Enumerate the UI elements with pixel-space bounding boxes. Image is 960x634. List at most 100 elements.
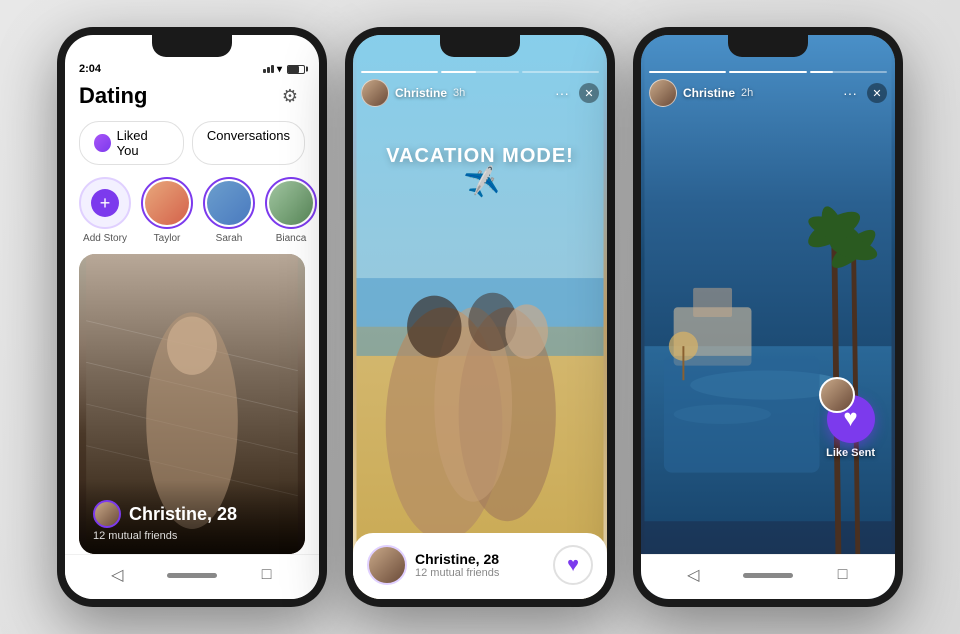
app-title: Dating (79, 83, 147, 109)
phone-2-notch (440, 35, 520, 57)
story-bianca[interactable]: Bianca (265, 177, 317, 244)
story-3-header: Christine 2h ··· ✕ (649, 79, 887, 107)
nav-home-pill[interactable] (167, 573, 217, 578)
add-plus-icon: + (91, 189, 119, 217)
time-display: 2:04 (79, 63, 101, 75)
vacation-story-screen: Christine 3h ··· ✕ VACATION MODE! ✈️ Chr (353, 35, 607, 599)
stories-row: + Add Story Taylor Sarah (65, 173, 319, 254)
phone-3-screen: Christine 2h ··· ✕ ♥ Like Sent ◁ (641, 35, 895, 599)
avatar-taylor (145, 181, 189, 225)
airplane-emoji: ✈️ (462, 164, 501, 202)
profile-card[interactable]: Christine, 28 12 mutual friends (79, 254, 305, 554)
story-progress-bars (361, 71, 599, 73)
story-user-avatar (361, 79, 389, 107)
story-label-taylor: Taylor (154, 233, 181, 244)
pool-story-screen: Christine 2h ··· ✕ ♥ Like Sent ◁ (641, 35, 895, 599)
story-ring-taylor (141, 177, 193, 229)
bottom-mutual-2: 12 mutual friends (415, 567, 499, 579)
progress-bar-2 (441, 71, 518, 73)
story-3-nav-home[interactable] (743, 573, 793, 578)
story-taylor[interactable]: Taylor (141, 177, 193, 244)
story-3-fill-2 (729, 71, 806, 73)
tab-conversations[interactable]: Conversations (192, 121, 305, 165)
story-time-3: 2h (741, 87, 753, 99)
story-more-button[interactable]: ··· (551, 82, 573, 104)
battery-icon (287, 65, 305, 74)
add-story-label: Add Story (83, 233, 127, 244)
story-3-bar-3 (810, 71, 887, 73)
like-sent-label: Like Sent (826, 447, 875, 459)
story-3-fill-1 (649, 71, 726, 73)
story-username-2: Christine (395, 86, 447, 100)
bottom-avatar-2 (367, 545, 407, 585)
story-3-nav-back[interactable]: ◁ (678, 563, 708, 587)
progress-fill-2 (441, 71, 476, 73)
heart-button-2[interactable]: ♥ (553, 545, 593, 585)
story-3-nav: ◁ □ (641, 554, 895, 599)
nav-square-button[interactable]: □ (252, 563, 282, 587)
settings-button[interactable]: ⚙ (275, 81, 305, 111)
bottom-name-2: Christine, 28 (415, 551, 499, 567)
progress-fill-1 (361, 71, 438, 73)
phone-2: Christine 3h ··· ✕ VACATION MODE! ✈️ Chr (345, 27, 615, 607)
liked-avatar-icon (94, 134, 111, 152)
phone-1-screen: 2:04 ▾ Dating ⚙ (65, 35, 319, 599)
progress-bar-1 (361, 71, 438, 73)
tab-liked-you-label: Liked You (117, 128, 169, 158)
story-add[interactable]: + Add Story (79, 177, 131, 244)
story-3-user-avatar (649, 79, 677, 107)
story-3-close-button[interactable]: ✕ (867, 83, 887, 103)
bottom-profile-info-2: Christine, 28 12 mutual friends (367, 545, 499, 585)
phone-1-notch (152, 35, 232, 57)
story-3-fill-3 (810, 71, 833, 73)
like-sender-avatar (819, 377, 855, 413)
story-ring-sarah (203, 177, 255, 229)
phone-3-notch (728, 35, 808, 57)
bottom-text-2: Christine, 28 12 mutual friends (415, 551, 499, 579)
story-3-more-button[interactable]: ··· (839, 82, 861, 104)
battery-fill (288, 66, 299, 73)
story-header-actions-3: ··· ✕ (839, 82, 887, 104)
story-time-2: 3h (453, 87, 465, 99)
like-sent-badge: ♥ Like Sent (826, 395, 875, 459)
profile-avatar-small (93, 500, 121, 528)
pool-scene-svg (641, 35, 895, 599)
profile-name-row: Christine, 28 (93, 500, 291, 528)
tabs-row: Liked You Conversations (65, 117, 319, 173)
signal-icon (263, 65, 274, 73)
story-3-bar-1 (649, 71, 726, 73)
story-ring-bianca (265, 177, 317, 229)
pool-bg (641, 35, 895, 599)
story-2-header: Christine 3h ··· ✕ (361, 79, 599, 107)
story-2-profile-card: Christine, 28 12 mutual friends ♥ (353, 533, 607, 599)
tab-liked-you[interactable]: Liked You (79, 121, 184, 165)
profile-info-bar: Christine, 28 12 mutual friends (79, 480, 305, 554)
vacation-text-overlay: VACATION MODE! ✈️ (367, 145, 593, 199)
vacation-bg (353, 35, 607, 599)
profile-name-text: Christine, 28 (129, 504, 237, 525)
beach-scene (353, 35, 607, 599)
profile-mutual-text: 12 mutual friends (93, 530, 291, 542)
wifi-icon: ▾ (277, 64, 282, 75)
story-close-button[interactable]: ✕ (579, 83, 599, 103)
story-3-bar-2 (729, 71, 806, 73)
story-3-nav-square[interactable]: □ (828, 563, 858, 587)
progress-bar-3 (522, 71, 599, 73)
story-sarah[interactable]: Sarah (203, 177, 255, 244)
phone-3: Christine 2h ··· ✕ ♥ Like Sent ◁ (633, 27, 903, 607)
story-3-user-info: Christine 2h (649, 79, 753, 107)
phone-2-screen: Christine 3h ··· ✕ VACATION MODE! ✈️ Chr (353, 35, 607, 599)
story-user-info: Christine 3h (361, 79, 465, 107)
add-story-circle: + (79, 177, 131, 229)
avatar-bianca (269, 181, 313, 225)
story-label-bianca: Bianca (276, 233, 307, 244)
app-header: Dating ⚙ (65, 79, 319, 117)
nav-bar: ◁ □ (65, 554, 319, 599)
dating-screen: 2:04 ▾ Dating ⚙ (65, 35, 319, 599)
vacation-title-text: VACATION MODE! (386, 145, 574, 167)
profile-card-container: Christine, 28 12 mutual friends (65, 254, 319, 554)
story-username-3: Christine (683, 86, 735, 100)
avatar-sarah (207, 181, 251, 225)
nav-back-button[interactable]: ◁ (102, 563, 132, 587)
like-heart-container: ♥ (827, 395, 875, 443)
